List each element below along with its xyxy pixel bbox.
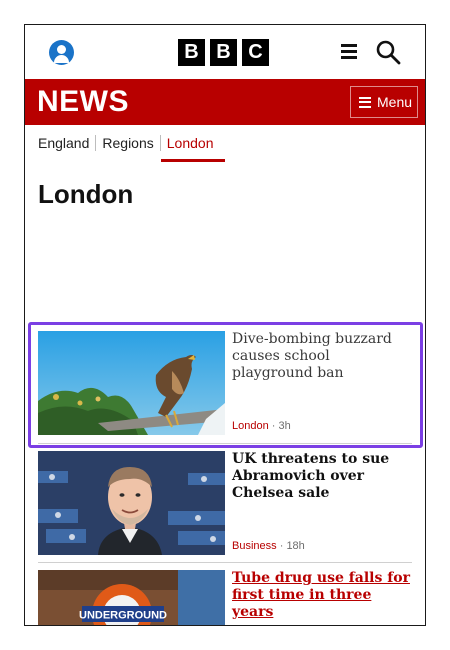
bbc-news-page: B B C NEWS Menu England Regions London L… — [24, 24, 426, 626]
page-title: London — [38, 179, 134, 209]
story-image-buzzard[interactable] — [38, 331, 225, 435]
menu-button-label: Menu — [377, 94, 413, 110]
story-divider — [38, 562, 412, 563]
menu-button[interactable]: Menu — [350, 86, 418, 118]
logo-letter: B — [178, 39, 205, 66]
story-tube-drugs[interactable]: UNDERGROUND Tube drug use falls for firs… — [38, 570, 412, 625]
breadcrumb-england[interactable]: England — [38, 135, 95, 151]
breadcrumb-regions[interactable]: Regions — [96, 135, 159, 151]
buzzard-image — [38, 331, 225, 435]
story-buzzard[interactable]: Dive-bombing buzzard causes school playg… — [38, 331, 412, 439]
breadcrumb: England Regions London — [38, 135, 226, 162]
news-wordmark[interactable]: NEWS — [37, 85, 129, 119]
abramovich-image — [38, 451, 225, 555]
underground-image: UNDERGROUND — [38, 570, 225, 625]
story-headline[interactable]: Dive-bombing buzzard causes school playg… — [232, 331, 412, 382]
menu-lines-icon — [359, 96, 371, 108]
menu-icon[interactable] — [341, 44, 357, 59]
story-section[interactable]: London — [232, 420, 269, 432]
bbc-logo[interactable]: B B C — [178, 39, 269, 66]
breadcrumb-london[interactable]: London — [160, 135, 226, 162]
story-headline[interactable]: Tube drug use falls for first time in th… — [232, 570, 412, 621]
underground-sign-text: UNDERGROUND — [79, 610, 167, 622]
story-abramovich[interactable]: UK threatens to sue Abramovich over Chel… — [38, 451, 412, 559]
story-age: 3h — [278, 420, 291, 432]
meta-dot: · — [271, 420, 279, 432]
logo-letter: B — [210, 39, 237, 66]
story-divider — [38, 443, 412, 444]
story-age: 18h — [286, 540, 305, 552]
story-section[interactable]: Business — [232, 540, 277, 552]
account-icon[interactable] — [49, 40, 74, 65]
story-meta: Business · 18h — [232, 540, 305, 552]
story-image-abramovich[interactable] — [38, 451, 225, 555]
story-headline[interactable]: UK threatens to sue Abramovich over Chel… — [232, 451, 412, 502]
news-banner: NEWS Menu — [25, 79, 425, 125]
top-navigation-bar: B B C — [25, 25, 425, 79]
logo-letter: C — [242, 39, 269, 66]
search-icon[interactable] — [375, 39, 401, 65]
story-meta: London · 3h — [232, 420, 291, 432]
story-image-underground[interactable]: UNDERGROUND — [38, 570, 225, 625]
